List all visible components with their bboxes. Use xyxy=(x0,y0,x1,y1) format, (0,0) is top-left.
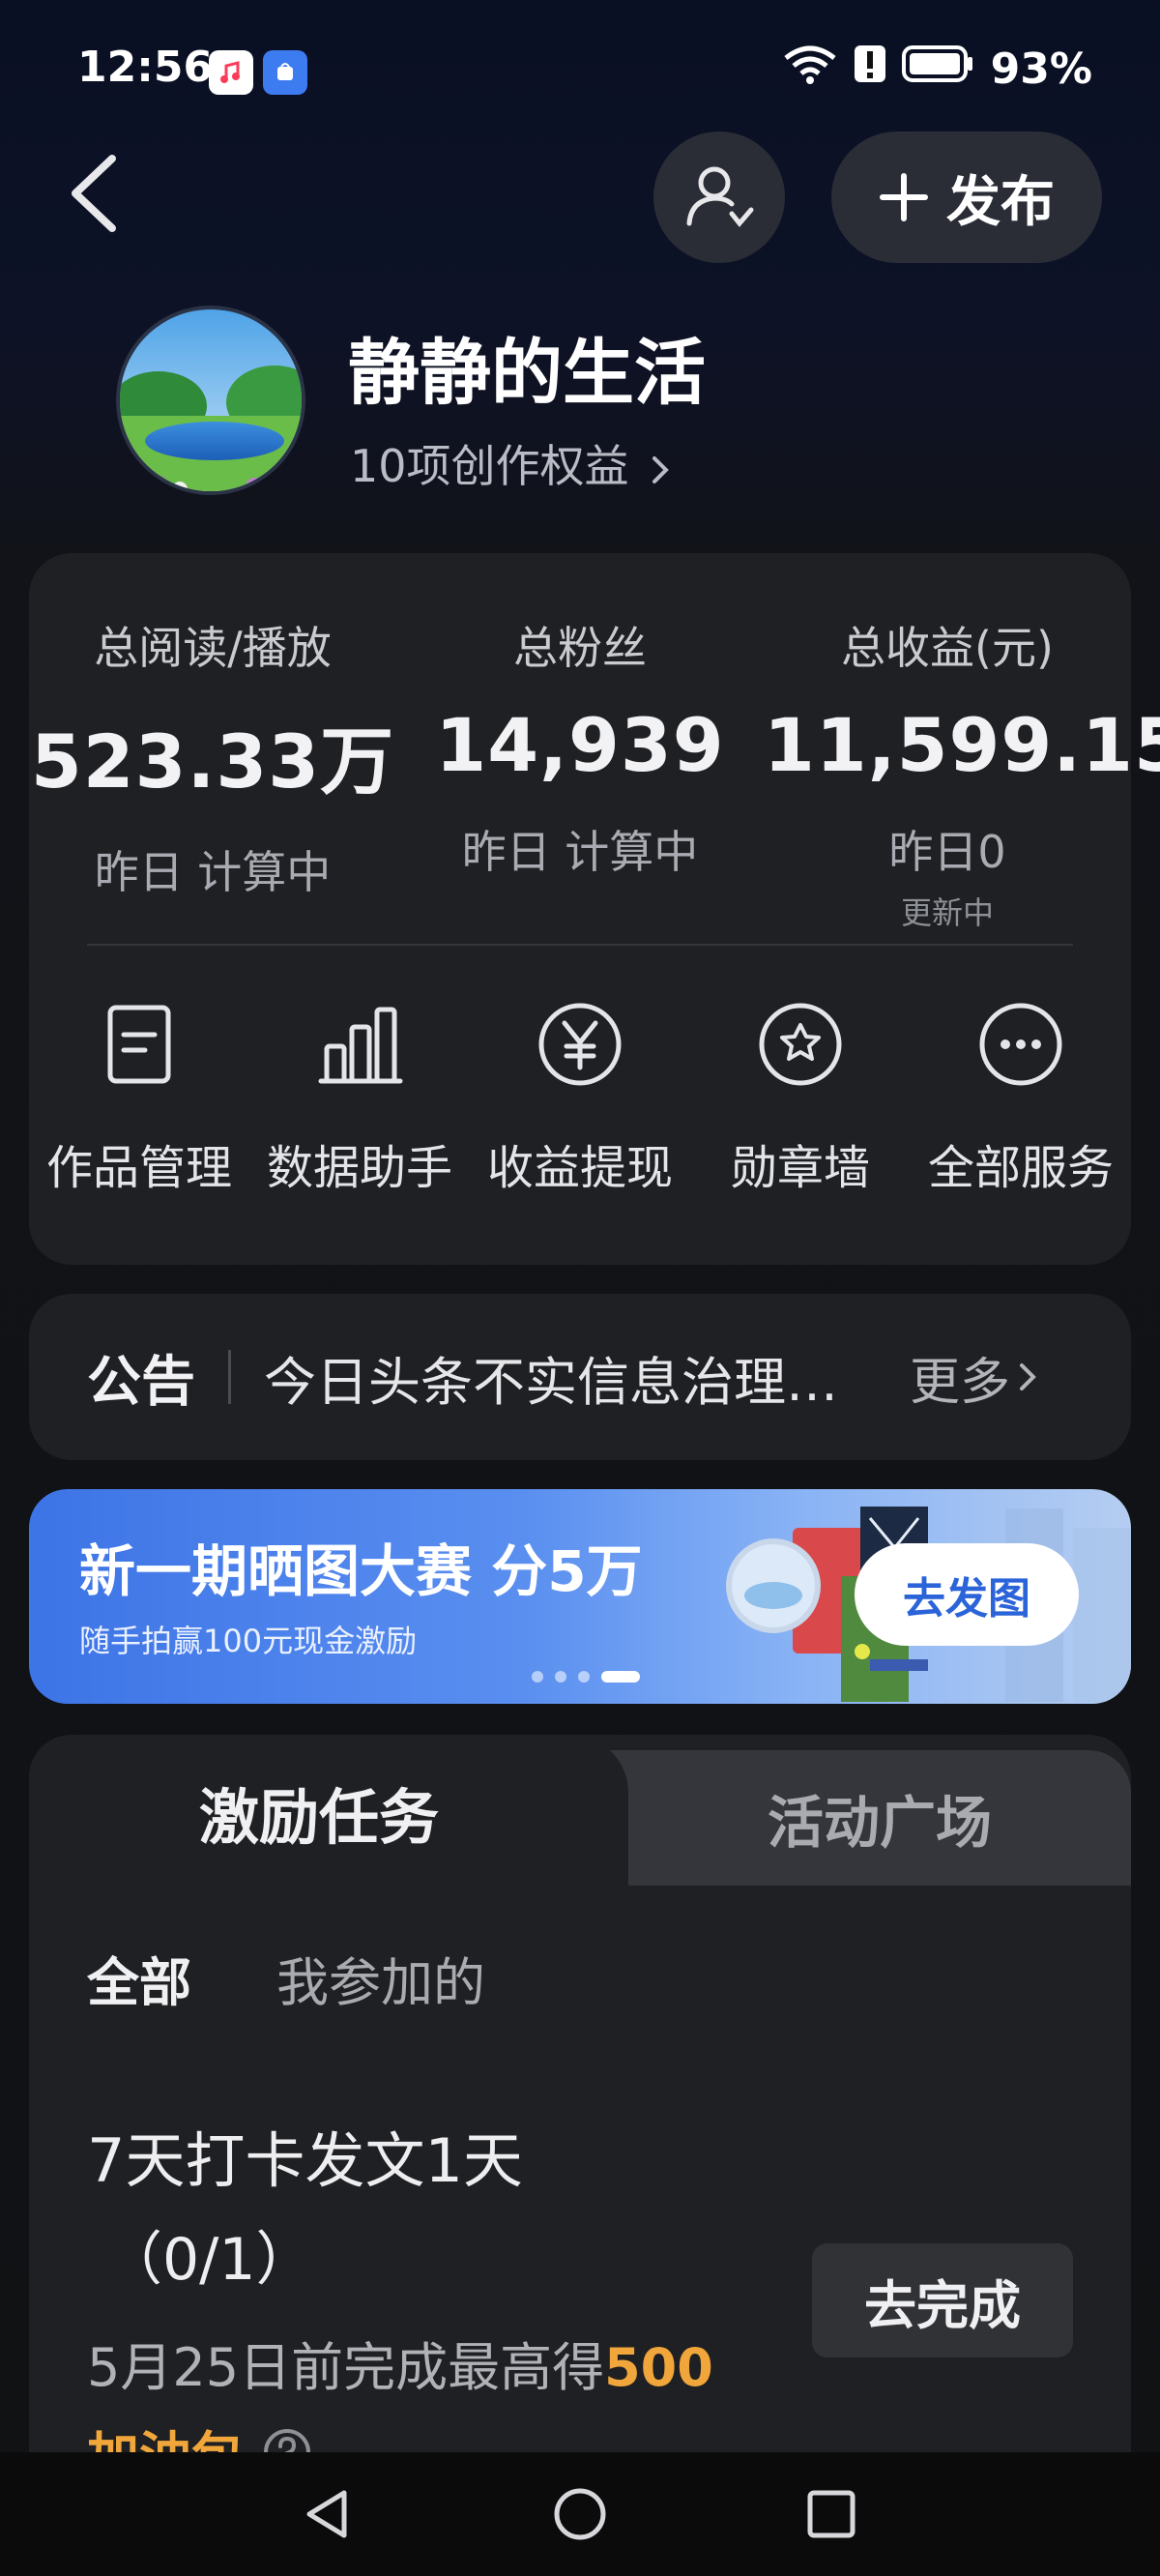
profile-switch-button[interactable] xyxy=(653,132,785,263)
alert-icon xyxy=(854,44,886,95)
tab-activity-plaza[interactable]: 活动广场 xyxy=(628,1750,1131,1886)
service-label: 勋章墙 xyxy=(730,1141,870,1195)
service-medal-wall[interactable]: 勋章墙 xyxy=(694,998,907,1197)
notice-more-link[interactable]: 更多 xyxy=(910,1341,1039,1414)
bar-chart-icon xyxy=(318,1007,403,1084)
service-label: 数据助手 xyxy=(266,1141,452,1195)
publish-button[interactable]: 发布 xyxy=(831,132,1102,263)
task-desc-text: 5月25日前完成最高得 xyxy=(87,2337,605,2398)
notice-divider xyxy=(228,1350,231,1404)
stat-value: 14,939 xyxy=(435,702,725,788)
service-all[interactable]: 全部服务 xyxy=(914,998,1127,1197)
notice-more-label: 更多 xyxy=(910,1353,1011,1412)
stat-fans[interactable]: 总粉丝 14,939 昨日 计算中 xyxy=(396,613,764,881)
service-works-management[interactable]: 作品管理 xyxy=(33,998,246,1197)
avatar[interactable] xyxy=(116,306,305,495)
banner-title: 新一期晒图大赛 分5万 xyxy=(79,1538,643,1604)
service-withdraw[interactable]: 收益提现 xyxy=(474,998,686,1197)
wifi-icon xyxy=(782,43,838,96)
medal-icon xyxy=(759,1003,842,1086)
pagination-dot-active xyxy=(601,1671,640,1683)
creator-rights-link[interactable]: 10项创作权益 xyxy=(350,431,674,495)
pagination-dot xyxy=(532,1671,543,1683)
banner-pagination xyxy=(532,1671,640,1683)
stat-sub: 昨日0 xyxy=(888,826,1006,878)
yen-icon xyxy=(538,1003,622,1086)
service-label: 收益提现 xyxy=(486,1141,673,1195)
battery-percent: 93% xyxy=(990,44,1092,94)
services-row: 作品管理 数据助手 收益提现 勋章墙 全部服务 xyxy=(29,998,1131,1197)
service-label: 作品管理 xyxy=(45,1141,232,1195)
more-icon xyxy=(979,1003,1062,1086)
document-icon xyxy=(107,1005,171,1084)
plus-icon xyxy=(880,173,928,221)
status-time: 12:56 xyxy=(77,43,214,92)
filter-joined[interactable]: 我参加的 xyxy=(276,1940,485,2016)
task-complete-button[interactable]: 去完成 xyxy=(812,2243,1073,2357)
nav-back-icon[interactable] xyxy=(300,2485,358,2543)
stat-value: 523.33万 xyxy=(30,718,395,805)
stat-label: 总收益(元) xyxy=(841,622,1054,674)
service-data-assistant[interactable]: 数据助手 xyxy=(253,998,466,1197)
stat-value: 11,599.15 xyxy=(764,702,1160,788)
task-progress: （0/1） xyxy=(104,2226,314,2294)
publish-label: 发布 xyxy=(946,170,1055,234)
battery-icon xyxy=(901,44,975,94)
filter-all[interactable]: 全部 xyxy=(87,1940,191,2016)
status-icons: 93% xyxy=(782,43,1092,96)
stat-sub: 昨日 计算中 xyxy=(461,826,699,878)
chevron-right-icon xyxy=(1020,1363,1036,1390)
creator-rights-label: 10项创作权益 xyxy=(350,440,629,492)
stats-card: 总阅读/播放 523.33万 昨日 计算中 总粉丝 14,939 昨日 计算中 … xyxy=(29,553,1160,1265)
stat-earnings[interactable]: 总收益(元) 11,599.15 昨日0 更新中 xyxy=(764,613,1160,933)
chevron-right-icon xyxy=(652,455,670,483)
back-button[interactable] xyxy=(58,145,135,242)
task-description: 5月25日前完成最高得500 xyxy=(87,2325,713,2401)
pagination-dot xyxy=(578,1671,590,1683)
user-switch-icon xyxy=(686,166,754,227)
notice-title: 公告 xyxy=(87,1350,195,1414)
stat-reads[interactable]: 总阅读/播放 523.33万 昨日 计算中 xyxy=(29,613,396,901)
tasks-card: 激励任务 活动广场 全部 我参加的 7天打卡发文1天 （0/1） 5月25日前完… xyxy=(29,1735,1131,2576)
pagination-dot xyxy=(555,1671,566,1683)
stat-sub: 昨日 计算中 xyxy=(94,846,332,898)
promo-banner[interactable]: 新一期晒图大赛 分5万 随手拍赢100元现金激励 去发图 xyxy=(29,1489,1131,1704)
task-title: 7天打卡发文1天 xyxy=(87,2125,523,2196)
system-nav-bar xyxy=(0,2452,1160,2576)
task-reward-amount: 500 xyxy=(604,2337,713,2398)
app-market-icon xyxy=(263,50,307,95)
divider xyxy=(87,944,1073,946)
stat-label: 总阅读/播放 xyxy=(94,622,332,674)
tab-incentive-tasks[interactable]: 激励任务 xyxy=(29,1735,609,1889)
service-label: 全部服务 xyxy=(927,1141,1114,1195)
profile-name: 静静的生活 xyxy=(348,332,706,415)
banner-cta-button[interactable]: 去发图 xyxy=(855,1543,1079,1646)
notice-bar[interactable]: 公告 今日头条不实信息治理… 更多 xyxy=(29,1294,1131,1460)
music-app-icon xyxy=(209,50,253,95)
stat-sub-status: 更新中 xyxy=(900,894,994,931)
nav-home-icon[interactable] xyxy=(551,2485,609,2543)
banner-subtitle: 随手拍赢100元现金激励 xyxy=(79,1623,418,1659)
notice-text[interactable]: 今日头条不实信息治理… xyxy=(264,1339,883,1416)
nav-recents-icon[interactable] xyxy=(802,2485,860,2543)
stat-label: 总粉丝 xyxy=(513,622,647,674)
